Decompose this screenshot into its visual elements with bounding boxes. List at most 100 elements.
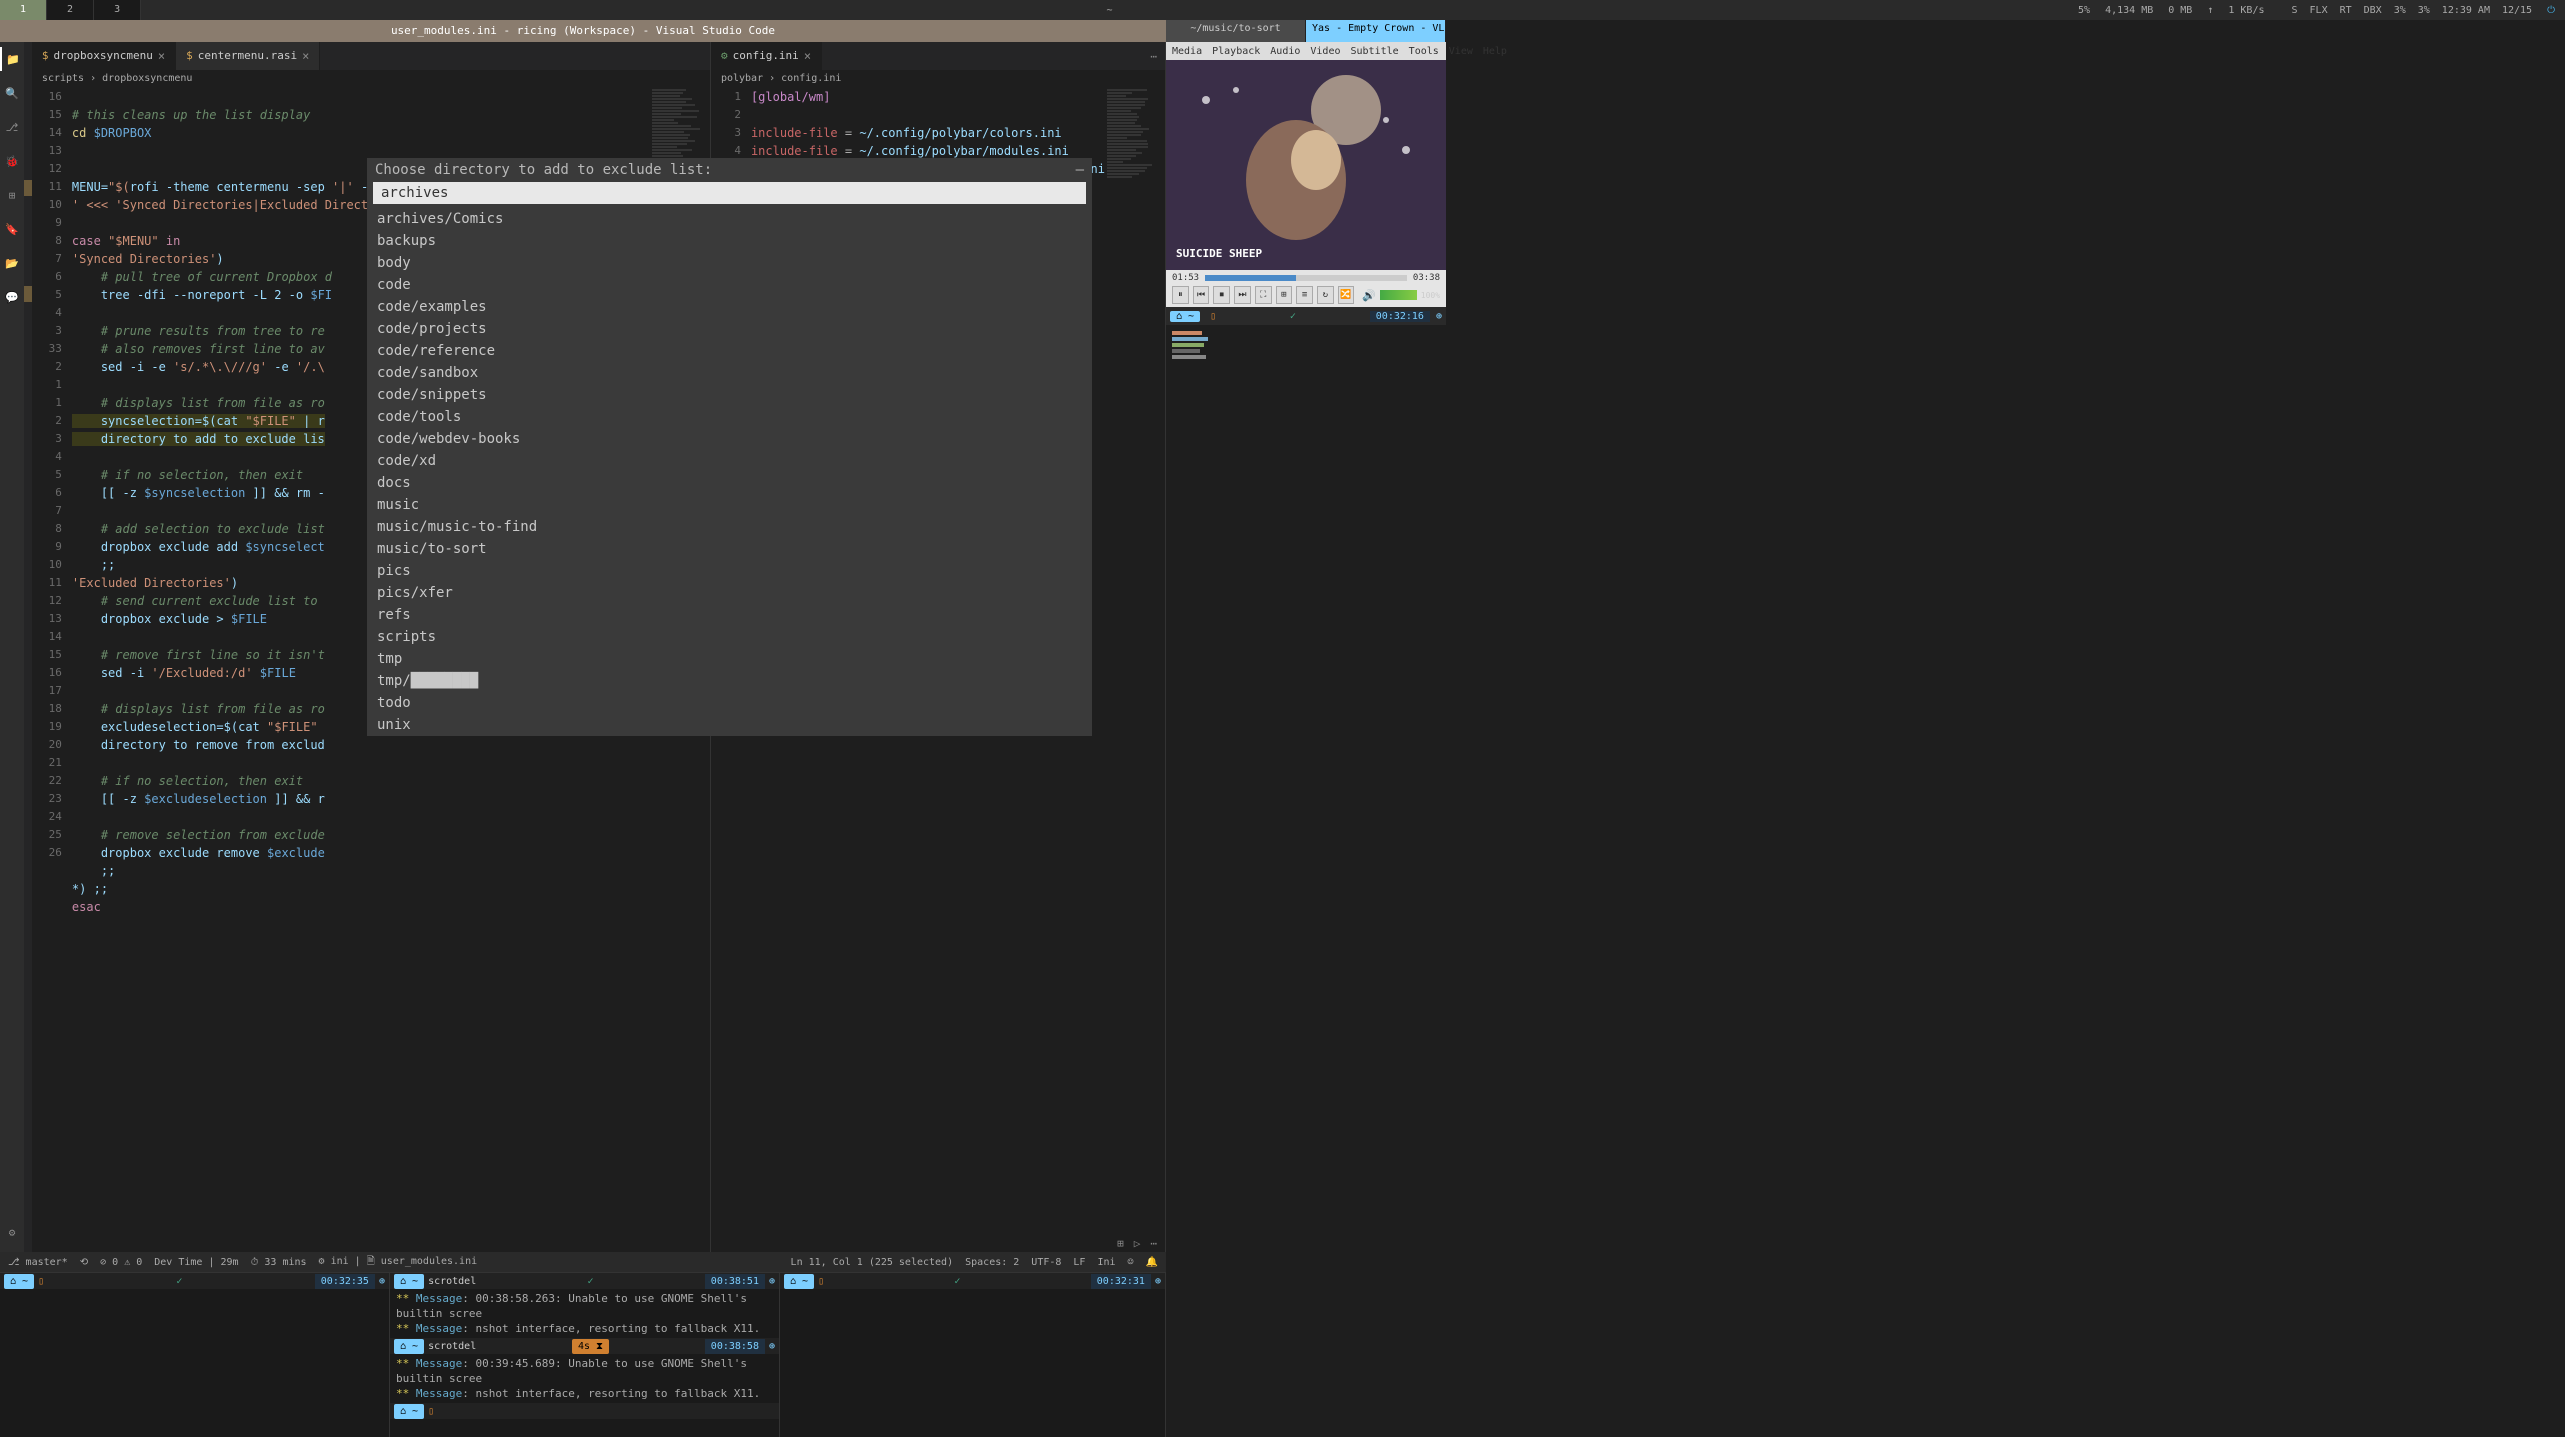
breadcrumb-left[interactable]: scripts › dropboxsyncmenu xyxy=(32,70,710,88)
rofi-collapse-icon[interactable]: — xyxy=(1076,162,1084,178)
rofi-input[interactable]: archives xyxy=(373,182,1086,204)
file-item[interactable]: $autoscript xyxy=(24,334,32,350)
terminal-pane[interactable]: ⌂ ~▯✓00:32:35⊕ xyxy=(0,1273,390,1437)
file-item[interactable]: $dropmenu.rasi xyxy=(24,750,32,766)
rofi-item[interactable]: body xyxy=(367,252,1092,274)
file-item[interactable]: $i3sizemode xyxy=(24,446,32,462)
rofi-item[interactable]: music/to-sort xyxy=(367,538,1092,560)
open-editor-item[interactable]: ● 🗎user_modules.inipolybar xyxy=(24,180,32,196)
cursor-pos[interactable]: Ln 11, Col 1 (225 selected) xyxy=(791,1257,954,1268)
stop-button[interactable]: ⏹ xyxy=(1213,286,1230,304)
more-icon[interactable]: ⋯ xyxy=(1150,1237,1157,1250)
workspace-section[interactable]: RICING (WORKSPACE) xyxy=(24,196,32,222)
file-item[interactable]: $dropboxsyncmenu xyxy=(24,382,32,398)
pause-button[interactable]: ⏸ xyxy=(1172,286,1189,304)
file-item[interactable]: $i3fyrasetup xyxy=(24,430,32,446)
file-item[interactable]: $autoscriptmenu xyxy=(24,350,32,366)
explorer-icon[interactable]: 📁 xyxy=(0,47,24,71)
rofi-item[interactable]: code/reference xyxy=(367,340,1092,362)
terminal-pane[interactable]: ⌂ ~▯✓00:32:31⊕ xyxy=(780,1273,1166,1437)
ext-settings-button[interactable]: ⊞ xyxy=(1276,286,1293,304)
vlc-menu-item[interactable]: Playback xyxy=(1212,46,1260,57)
file-item[interactable]: $rotate-monitor.sh xyxy=(24,526,32,542)
folder-item[interactable]: 📁chrome xyxy=(24,670,32,686)
rofi-item[interactable]: code/snippets xyxy=(367,384,1092,406)
next-button[interactable]: ⏭ xyxy=(1234,286,1251,304)
folder-icon[interactable]: 📂 xyxy=(0,251,24,275)
layout-icon[interactable]: ⊞ xyxy=(1117,1237,1124,1250)
vlc-menu-item[interactable]: Help xyxy=(1483,46,1507,57)
bookmark-icon[interactable]: 🔖 xyxy=(0,217,24,241)
file-item[interactable]: $hold xyxy=(24,414,32,430)
rofi-item[interactable]: pics xyxy=(367,560,1092,582)
close-icon[interactable]: × xyxy=(158,42,165,70)
minimap-right[interactable] xyxy=(1105,88,1165,1235)
file-item[interactable]: ⚙config.ini xyxy=(24,254,32,270)
topbar-item[interactable]: 12:39 AM xyxy=(2442,5,2490,16)
file-item[interactable]: $rescuetimestatus xyxy=(24,478,32,494)
rofi-item[interactable]: code/sandbox xyxy=(367,362,1092,384)
workspace-1[interactable]: 1 xyxy=(0,0,47,20)
rofi-item[interactable]: code xyxy=(367,274,1092,296)
chat-icon[interactable]: 💬 xyxy=(0,285,24,309)
shuffle-button[interactable]: 🔀 xyxy=(1338,286,1355,304)
editor-tab[interactable]: $dropboxsyncmenu× xyxy=(32,42,176,70)
fullscreen-button[interactable]: ⛶ xyxy=(1255,286,1272,304)
source-control-icon[interactable]: ⎇ xyxy=(0,115,24,139)
editor-tab[interactable]: $centermenu.rasi× xyxy=(176,42,320,70)
rofi-item[interactable]: unix xyxy=(367,714,1092,736)
rofi-item[interactable]: tmp xyxy=(367,648,1092,670)
bell-icon[interactable]: 🔔 xyxy=(1146,1257,1158,1268)
sync-icon[interactable]: ⟲ xyxy=(80,1257,88,1268)
right-minimap[interactable] xyxy=(1166,325,1446,1437)
prev-button[interactable]: ⏮ xyxy=(1193,286,1210,304)
rofi-item[interactable]: backups xyxy=(367,230,1092,252)
extensions-icon[interactable]: ⊞ xyxy=(0,183,24,207)
file-item[interactable]: $centermenu.rasi xyxy=(24,734,32,750)
eol[interactable]: LF xyxy=(1073,1257,1085,1268)
folder-item[interactable]: 📁dunst xyxy=(24,686,32,702)
folder-item[interactable]: 📁polybar xyxy=(24,222,32,238)
rofi-menu[interactable]: Choose directory to add to exclude list:… xyxy=(367,158,1092,736)
file-item[interactable]: $dropboxstatus xyxy=(24,366,32,382)
rofi-item[interactable]: pics/xfer xyxy=(367,582,1092,604)
folder-item[interactable]: 📁st● xyxy=(24,798,32,814)
open-editor-item[interactable]: 🗎centermenu.rasirofi xyxy=(24,118,32,134)
folder-item[interactable]: 📁scripts xyxy=(24,318,32,334)
playlist-button[interactable]: ≡ xyxy=(1296,286,1313,304)
seek-slider[interactable] xyxy=(1205,275,1407,281)
rofi-item[interactable]: music xyxy=(367,494,1092,516)
file-item[interactable]: $syscheck xyxy=(24,590,32,606)
folder-item[interactable]: 📁i3 xyxy=(24,302,32,318)
topbar-item[interactable]: 3% xyxy=(2418,5,2430,16)
file-item[interactable]: $gnome-ext-install.sh xyxy=(24,398,32,414)
language[interactable]: Ini xyxy=(1097,1257,1115,1268)
topbar-item[interactable]: DBX xyxy=(2364,5,2382,16)
rofi-item[interactable]: music/music-to-find xyxy=(367,516,1092,538)
rofi-item[interactable]: archives/Comics xyxy=(367,208,1092,230)
file-item[interactable]: $rofioneliner xyxy=(24,510,32,526)
power-icon[interactable]: ⏻ xyxy=(2547,5,2555,16)
vlc-menu-item[interactable]: Tools xyxy=(1409,46,1439,57)
tab-config-ini[interactable]: ⚙config.ini× xyxy=(711,42,822,70)
file-item[interactable]: $sysmenu xyxy=(24,622,32,638)
volume-slider[interactable] xyxy=(1380,290,1417,300)
editor-more-icon[interactable]: ⋯ xyxy=(1142,50,1165,63)
folder-item[interactable]: 📁ranger xyxy=(24,702,32,718)
open-editors-section[interactable]: OPEN EDITORS xyxy=(24,61,32,87)
devtime[interactable]: Dev Time | 29m xyxy=(154,1257,238,1268)
rofi-item[interactable]: code/tools xyxy=(367,406,1092,428)
workspace-2[interactable]: 2 xyxy=(47,0,94,20)
open-editor-item[interactable]: 🗎dropboxsyncmenuscripts xyxy=(24,102,32,118)
loop-button[interactable]: ↻ xyxy=(1317,286,1334,304)
rofi-item[interactable]: code/xd xyxy=(367,450,1092,472)
file-item[interactable]: $timeshiftmenu-idea xyxy=(24,638,32,654)
file-item[interactable]: $sysbackup xyxy=(24,574,32,590)
encoding[interactable]: UTF-8 xyxy=(1031,1257,1061,1268)
tab-music-folder[interactable]: ~/music/to-sort xyxy=(1166,20,1306,42)
vlc-menu-item[interactable]: Audio xyxy=(1270,46,1300,57)
play-icon[interactable]: ▷ xyxy=(1134,1237,1141,1250)
vlc-menu-item[interactable]: View xyxy=(1449,46,1473,57)
debug-icon[interactable]: 🐞 xyxy=(0,149,24,173)
breadcrumb-right[interactable]: polybar › config.ini xyxy=(711,70,1165,88)
